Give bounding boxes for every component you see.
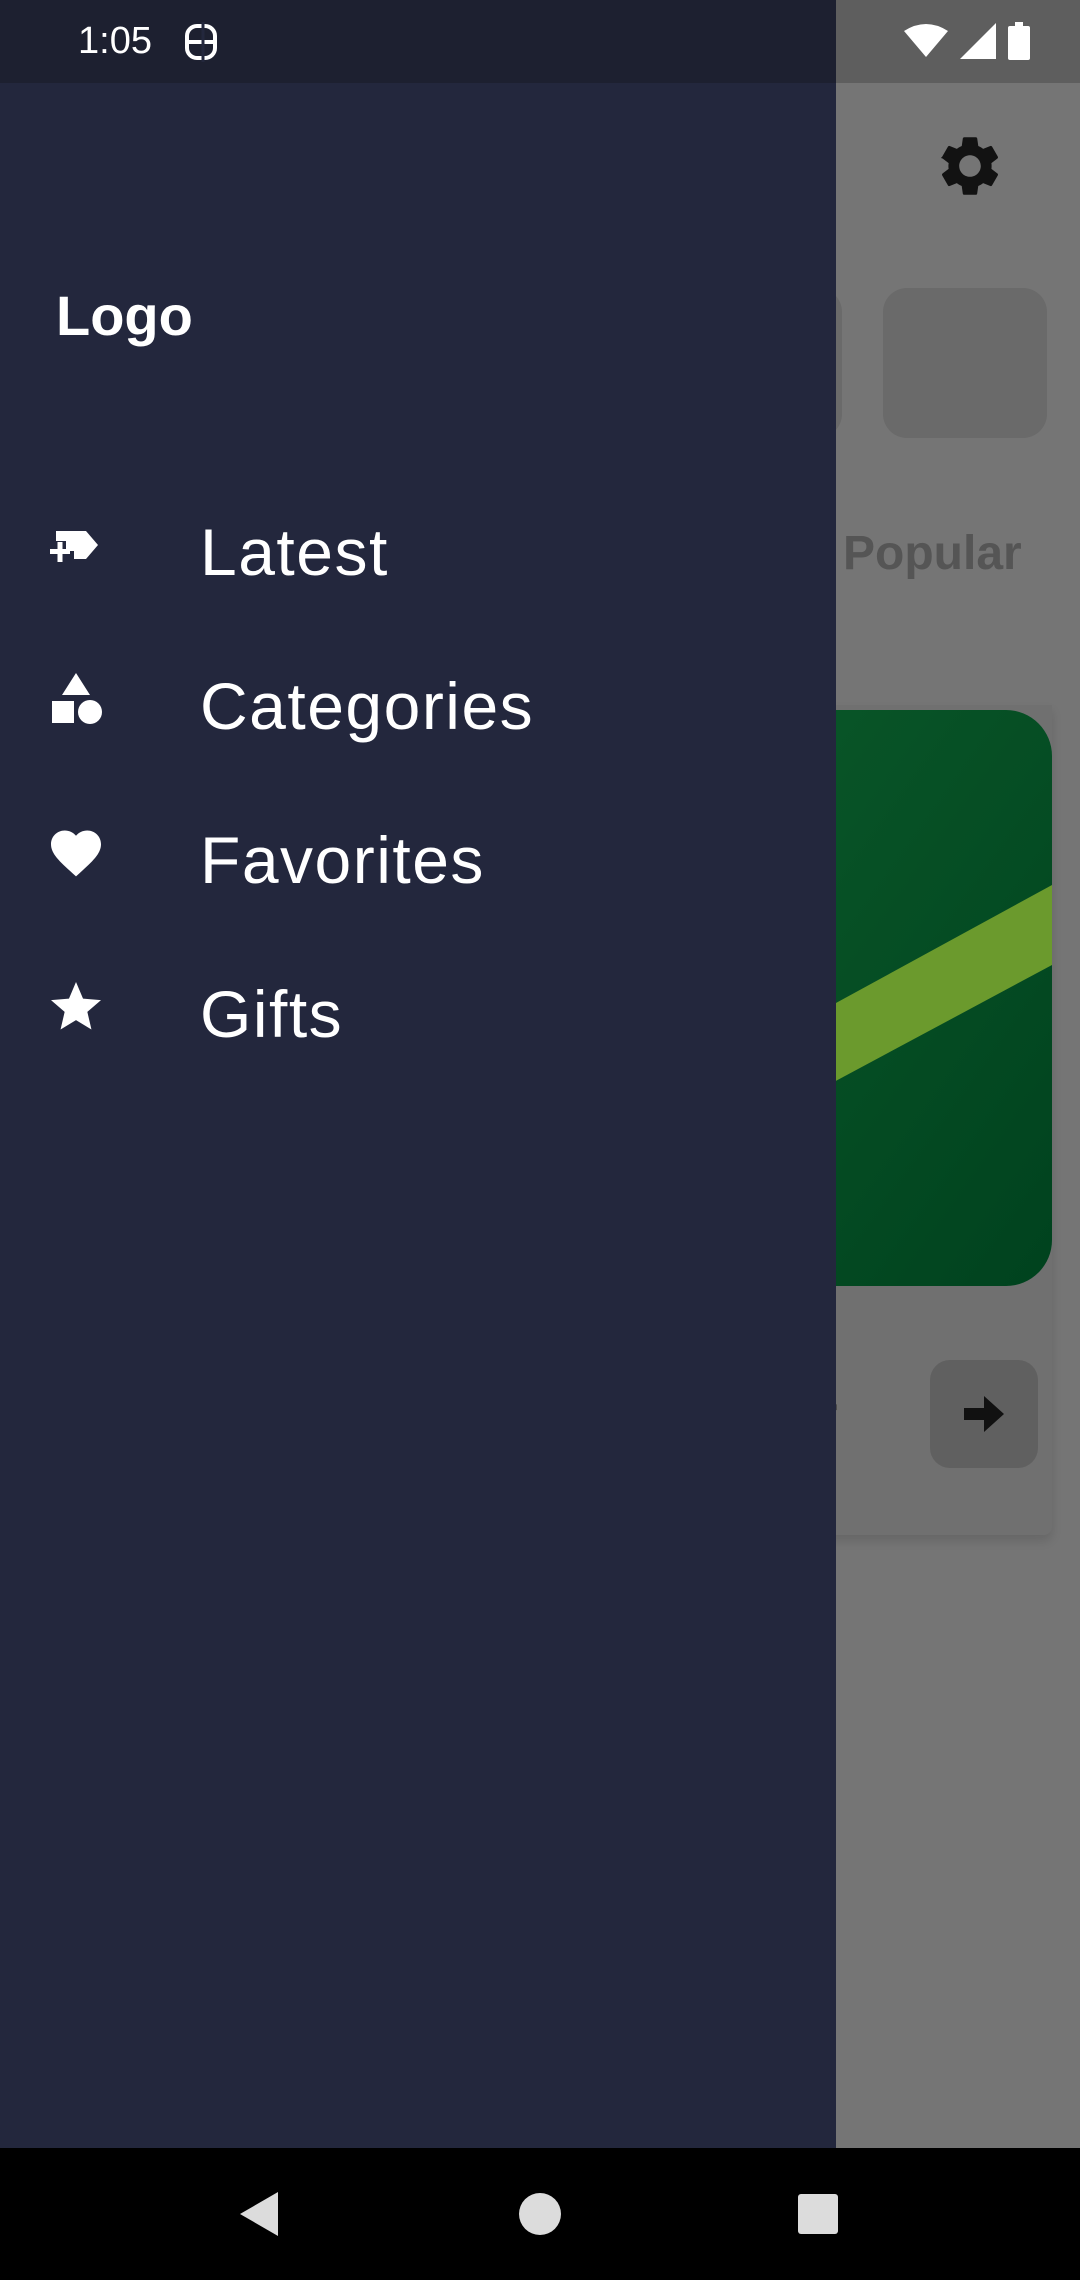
s-notification-icon	[185, 22, 217, 62]
nav-item-label: Categories	[200, 669, 535, 743]
tab-popular[interactable]: Popular	[843, 526, 1022, 581]
status-bar: 1:05	[0, 0, 1080, 83]
navigation-drawer: Logo Latest Categories Favorites Gifts	[0, 83, 836, 2148]
wifi-icon	[904, 24, 948, 57]
gear-icon[interactable]	[934, 130, 1006, 202]
nav-item-latest[interactable]: Latest	[0, 480, 836, 610]
arrow-right-icon	[964, 1396, 1004, 1432]
cell-signal-icon	[960, 23, 996, 59]
battery-icon	[1008, 22, 1030, 60]
recents-icon[interactable]	[788, 2184, 848, 2244]
card-open-button[interactable]	[930, 1360, 1038, 1468]
nav-item-gifts[interactable]: Gifts	[0, 942, 836, 1072]
drawer-logo: Logo	[56, 284, 193, 347]
new-label-icon	[50, 531, 98, 562]
nav-item-label: Favorites	[200, 823, 485, 897]
nav-item-favorites[interactable]: Favorites	[0, 788, 836, 918]
category-chip[interactable]	[883, 288, 1047, 438]
star-icon	[51, 982, 101, 1030]
heart-icon	[51, 830, 101, 877]
home-icon[interactable]	[510, 2184, 570, 2244]
nav-item-label: Latest	[200, 515, 389, 589]
nav-item-label: Gifts	[200, 977, 344, 1051]
back-icon[interactable]	[228, 2184, 288, 2244]
nav-item-categories[interactable]: Categories	[0, 634, 836, 764]
shapes-icon	[52, 673, 102, 724]
status-time: 1:05	[78, 20, 152, 62]
system-navigation-bar	[0, 2148, 1080, 2280]
